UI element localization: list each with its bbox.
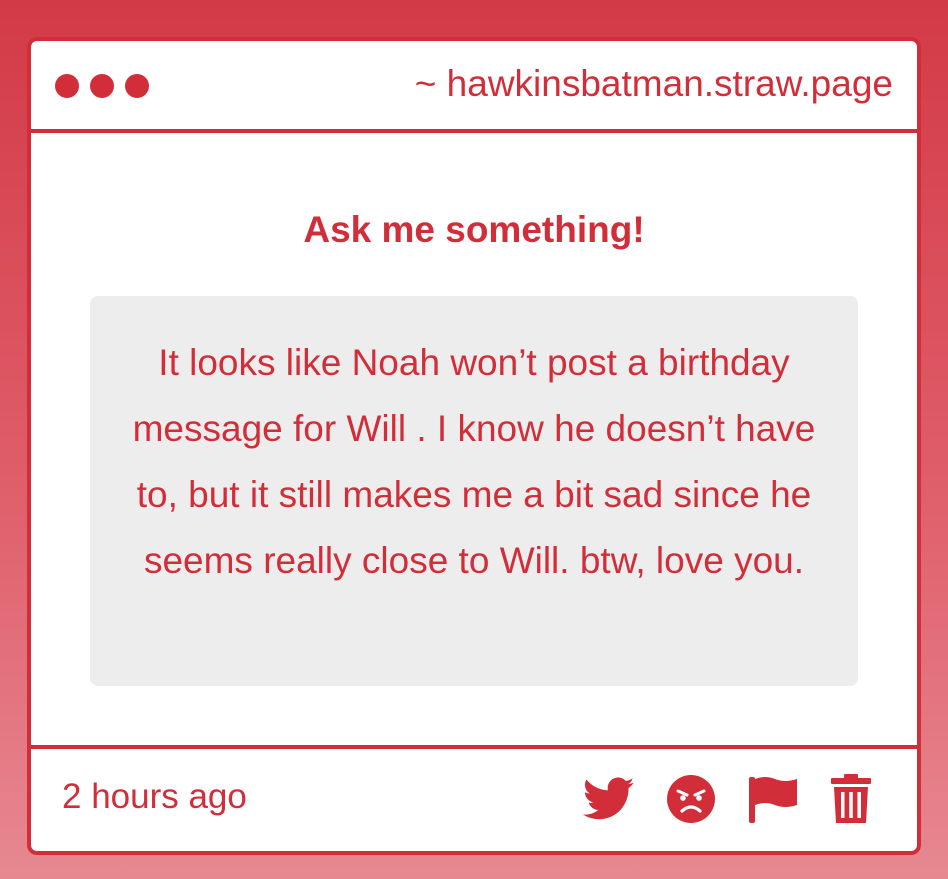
trash-icon[interactable]: [830, 774, 872, 824]
angry-face-icon[interactable]: [666, 774, 716, 824]
question-card: Ask me something! It looks like Noah won…: [31, 133, 917, 745]
message-box: It looks like Noah won’t post a birthday…: [90, 296, 858, 686]
action-bar: [583, 774, 872, 824]
page-title: Ask me something!: [303, 209, 645, 250]
title-bar: ~ hawkinsbatman.straw.page: [31, 41, 917, 133]
window-dot-1[interactable]: [55, 74, 79, 98]
timestamp: 2 hours ago: [62, 777, 247, 816]
flag-icon[interactable]: [747, 774, 799, 824]
window-dot-2[interactable]: [90, 74, 114, 98]
card-footer: 2 hours ago: [31, 745, 917, 851]
window-dot-3[interactable]: [125, 74, 149, 98]
question-text: It looks like Noah won’t post a birthday…: [132, 342, 816, 581]
browser-window: ~ hawkinsbatman.straw.page Ask me someth…: [27, 37, 921, 855]
window-controls: [55, 74, 149, 98]
twitter-bird-icon[interactable]: [583, 777, 635, 821]
page-url[interactable]: ~ hawkinsbatman.straw.page: [415, 63, 893, 105]
